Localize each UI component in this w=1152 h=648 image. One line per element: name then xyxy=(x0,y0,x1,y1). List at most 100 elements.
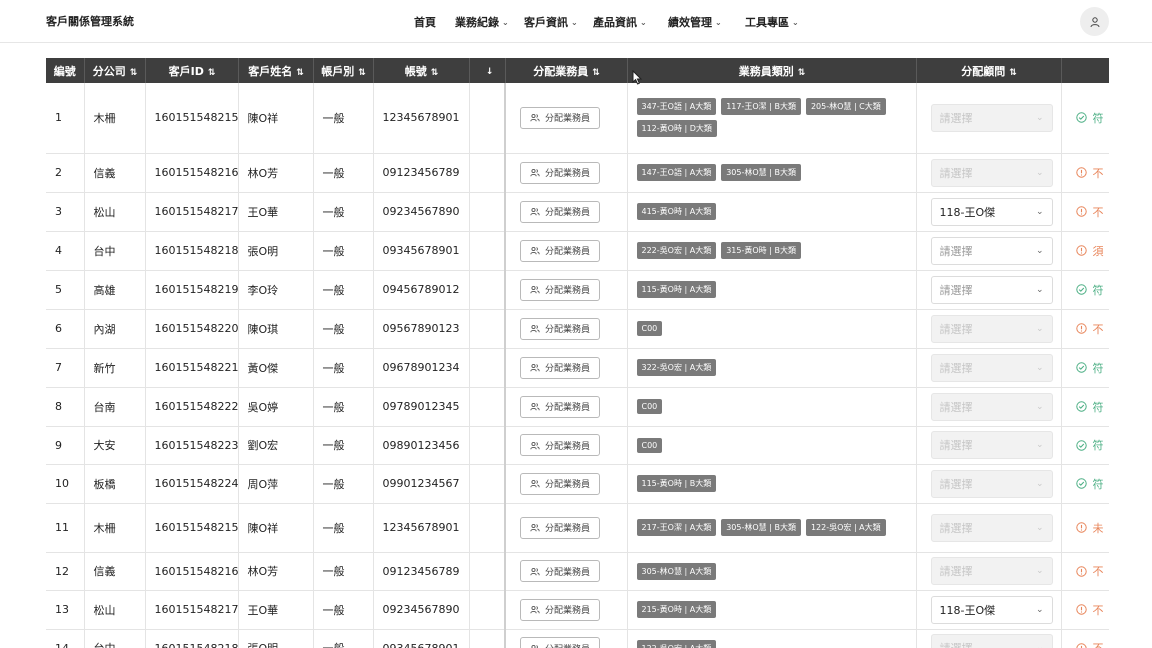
row-number: 10 xyxy=(46,464,85,504)
assign-cell: 分配業務員 xyxy=(505,192,628,232)
branch-cell: 木柵 xyxy=(84,503,146,553)
assign-salesperson-button[interactable]: 分配業務員 xyxy=(520,516,600,539)
account-type-cell: 一般 xyxy=(313,83,374,154)
assign-salesperson-button[interactable]: 分配業務員 xyxy=(520,161,600,184)
advisor-select[interactable]: 118-王O傑 ⌄ xyxy=(930,595,1053,624)
chevron-down-icon: ⌄ xyxy=(1035,167,1044,178)
check-circle-icon xyxy=(1075,439,1087,451)
customer-table: 編號 分公司 ⇅ 客戶ID ⇅ 客戶姓名 ⇅ 帳戶別 ⇅ 帳號 ⇅ ↓ 分配業務員 ⇅ 業務… xyxy=(46,58,1109,648)
category-cell: 122-吳O宏 | A大類 xyxy=(627,629,917,648)
header-account-type[interactable]: 帳戶別 ⇅ xyxy=(313,58,374,83)
assign-salesperson-button[interactable]: 分配業務員 xyxy=(520,637,600,648)
advisor-select[interactable]: 118-王O傑 ⌄ xyxy=(930,197,1053,226)
assign-salesperson-button[interactable]: 分配業務員 xyxy=(520,560,600,582)
assign-salesperson-button[interactable]: 分配業務員 xyxy=(520,395,600,418)
table-row: 4 台中 160151548218 張O明 一般 09345678901 分配業務員 222-… xyxy=(46,231,1109,271)
chevron-down-icon: ⌄ xyxy=(1035,401,1044,412)
sort-icon: ⇅ xyxy=(358,67,365,78)
user-avatar-button[interactable] xyxy=(1080,7,1109,36)
row-number: 7 xyxy=(46,348,85,388)
chevron-down-icon: ⌄ xyxy=(1035,643,1044,648)
sort-icon: ⇅ xyxy=(207,67,215,78)
nav-item-2[interactable]: 客戶資訊 ⌄ xyxy=(524,14,578,30)
header-customer-name[interactable]: 客戶姓名 ⇅ xyxy=(238,58,314,83)
advisor-select[interactable]: 請選擇 ⌄ xyxy=(930,236,1053,265)
hidden-column-cell xyxy=(469,83,506,154)
assign-salesperson-button[interactable]: 分配業務員 xyxy=(520,434,600,456)
header-category[interactable]: 業務員類別 ⇅ xyxy=(627,58,917,83)
account-cell: 09567890123 xyxy=(373,309,470,349)
assign-salesperson-button[interactable]: 分配業務員 xyxy=(520,106,600,129)
category-tag: 315-黃O時 | B大類 xyxy=(721,242,801,259)
header-hidden-column[interactable]: ↓ xyxy=(469,58,506,83)
sort-icon: ⇅ xyxy=(129,67,137,78)
advisor-cell: 請選擇⌄ xyxy=(916,231,1062,271)
status-indicator: 符 xyxy=(1075,110,1110,126)
header-customer-id[interactable]: 客戶ID ⇅ xyxy=(145,58,239,83)
category-tag: C00 xyxy=(636,437,663,453)
account-type-cell: 一般 xyxy=(313,552,374,591)
account-type-cell: 一般 xyxy=(313,270,374,310)
category-tag: 122-吳O宏 | A大類 xyxy=(805,519,886,536)
customer-id-cell: 160151548216 xyxy=(145,153,239,193)
nav-item-3[interactable]: 產品資訊 ⌄ xyxy=(593,14,647,30)
assign-salesperson-button[interactable]: 分配業務員 xyxy=(520,317,600,340)
branch-cell: 新竹 xyxy=(84,348,146,388)
header-assign[interactable]: 分配業務員 ⇅ xyxy=(505,58,628,83)
customer-id-cell: 160151548220 xyxy=(145,309,239,349)
assign-salesperson-button[interactable]: 分配業務員 xyxy=(520,239,600,262)
advisor-cell: 請選擇⌄ xyxy=(916,153,1062,193)
nav-item-5[interactable]: 工具專區 ⌄ xyxy=(745,14,799,30)
sort-icon: ⇅ xyxy=(592,67,599,78)
assign-salesperson-button[interactable]: 分配業務員 xyxy=(520,472,600,495)
assign-salesperson-button[interactable]: 分配業務員 xyxy=(520,356,600,379)
account-cell: 12345678901 xyxy=(373,83,470,154)
category-cell: C00 xyxy=(627,309,917,349)
hidden-column-cell xyxy=(469,231,506,271)
customer-name-cell: 吳O婷 xyxy=(238,387,314,427)
hidden-column-cell xyxy=(469,464,506,504)
chevron-down-icon: ⌄ xyxy=(1035,112,1044,123)
nav-item-1[interactable]: 業務紀錄 ⌄ xyxy=(455,14,509,30)
hidden-column-cell xyxy=(469,590,506,630)
advisor-select: 請選擇⌄ xyxy=(930,431,1053,459)
assign-salesperson-button[interactable]: 分配業務員 xyxy=(520,278,600,301)
account-cell: 09678901234 xyxy=(373,348,470,388)
alert-circle-icon xyxy=(1075,206,1087,217)
assign-salesperson-button[interactable]: 分配業務員 xyxy=(520,598,600,621)
customer-name-cell: 周O萍 xyxy=(238,464,314,504)
header-advisor[interactable]: 分配顧問 ⇅ xyxy=(916,58,1062,83)
chevron-down-icon: ⌄ xyxy=(1035,323,1044,334)
advisor-cell: 請選擇⌄ xyxy=(916,348,1062,388)
branch-cell: 台南 xyxy=(84,387,146,427)
nav-item-0[interactable]: 首頁 xyxy=(414,14,436,30)
advisor-select: 請選擇⌄ xyxy=(930,103,1053,132)
row-number: 1 xyxy=(46,83,85,154)
hidden-column-cell xyxy=(469,153,506,193)
users-icon xyxy=(530,479,540,488)
users-icon xyxy=(530,207,540,216)
customer-name-cell: 張O明 xyxy=(238,629,314,648)
advisor-cell: 請選擇⌄ xyxy=(916,629,1062,648)
header-branch[interactable]: 分公司 ⇅ xyxy=(84,58,146,83)
top-navbar: 客戶關係管理系統 首頁 業務紀錄 ⌄ 客戶資訊 ⌄ 產品資訊 ⌄ 績效管理 ⌄ 工具專區 ⌄ xyxy=(0,0,1152,43)
users-icon xyxy=(530,324,540,333)
nav-item-4[interactable]: 績效管理 ⌄ xyxy=(668,14,722,30)
chevron-down-icon: ⌄ xyxy=(792,18,799,27)
branch-cell: 松山 xyxy=(84,192,146,232)
account-type-cell: 一般 xyxy=(313,629,374,648)
table-row: 13 松山 160151548217 王O華 一般 09234567890 分配業務員 215… xyxy=(46,590,1109,630)
alert-circle-icon xyxy=(1075,323,1087,334)
advisor-select[interactable]: 請選擇 ⌄ xyxy=(930,275,1053,304)
chevron-down-icon: ⌄ xyxy=(502,18,509,27)
status-indicator: 不 xyxy=(1075,640,1110,648)
advisor-cell: 請選擇⌄ xyxy=(916,426,1062,465)
chevron-down-icon: ⌄ xyxy=(1035,362,1044,373)
status-indicator: 符 xyxy=(1075,360,1110,376)
table-row: 10 板橋 160151548224 周O萍 一般 09901234567 分配業務員 115… xyxy=(46,464,1109,504)
assign-salesperson-button[interactable]: 分配業務員 xyxy=(520,200,600,223)
row-number: 5 xyxy=(46,270,85,310)
table-row: 11 木柵 160151548215 陳O祥 一般 12345678901 分配業務員 217… xyxy=(46,503,1109,553)
header-account[interactable]: 帳號 ⇅ xyxy=(373,58,470,83)
chevron-down-icon: ⌄ xyxy=(1035,604,1044,615)
